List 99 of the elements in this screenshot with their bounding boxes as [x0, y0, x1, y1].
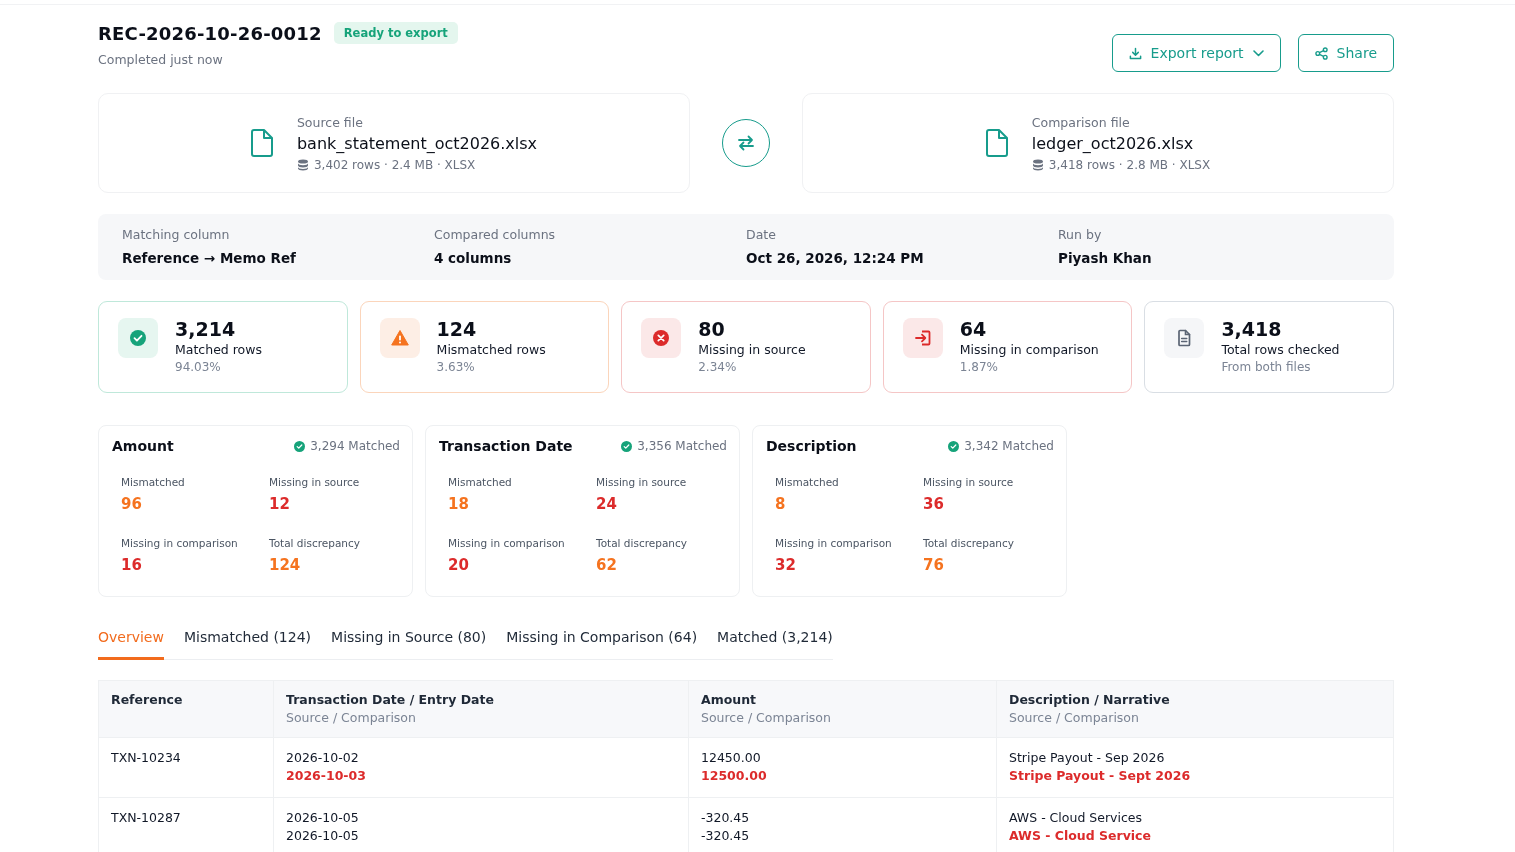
comparison-value: 2026-10-05 — [286, 827, 360, 845]
metric-label: Total discrepancy — [596, 537, 688, 549]
stat-label: Missing in comparison — [959, 342, 1099, 357]
chevron-down-icon — [1252, 49, 1264, 57]
stat-value: 64 — [959, 318, 988, 340]
metric-value: 96 — [121, 495, 143, 513]
reference-text: TXN-10234 — [111, 749, 182, 767]
column-header: Description / Narrative — [1009, 692, 1171, 707]
tab[interactable]: Missing in Source (80) — [331, 629, 487, 660]
arrow-into-box-icon — [902, 318, 943, 358]
detail-label: Matching column — [122, 227, 231, 242]
stat-value: 124 — [436, 318, 478, 340]
metric-value: 20 — [448, 556, 470, 574]
download-icon — [1128, 46, 1142, 60]
metric-label: Missing in source — [269, 476, 361, 488]
column-header: Reference — [111, 692, 184, 707]
metric-value: 32 — [775, 556, 797, 574]
metric-value: 62 — [596, 556, 618, 574]
source-value: Stripe Payout - Sep 2026 — [1009, 749, 1166, 767]
stat-note: 94.03% — [175, 360, 222, 374]
metric-value: 76 — [923, 556, 945, 574]
metric-value: 12 — [269, 495, 291, 513]
check-circle-icon — [948, 440, 960, 452]
column-name: Transaction Date — [439, 438, 573, 454]
column-subheader: Source / Comparison — [286, 710, 417, 725]
stat-value: 3,418 — [1221, 318, 1283, 340]
file-label: Source file — [296, 114, 364, 130]
comparison-value: 12500.00 — [701, 767, 768, 785]
tab[interactable]: Missing in Comparison (64) — [506, 629, 698, 660]
metric-label: Missing in comparison — [775, 537, 893, 549]
metric-label: Mismatched — [775, 476, 840, 488]
source-value: AWS - Cloud Services — [1009, 809, 1143, 827]
metric-label: Total discrepancy — [269, 537, 361, 549]
database-icon — [296, 158, 309, 171]
column-header: Transaction Date / Entry Date — [286, 692, 495, 707]
file-name: bank_statement_oct2026.xlsx — [296, 133, 538, 153]
share-icon — [1314, 46, 1328, 60]
column-name: Description — [766, 438, 857, 454]
comparison-value: AWS - Cloud Service — [1009, 827, 1152, 845]
column-header: Amount — [701, 692, 758, 707]
metric-label: Mismatched — [121, 476, 186, 488]
detail-label: Run by — [1058, 227, 1103, 242]
stat-value: 80 — [698, 318, 726, 340]
source-value: -320.45 — [701, 809, 751, 827]
file-name: ledger_oct2026.xlsx — [1031, 133, 1195, 153]
detail-value: Piyash Khan — [1058, 250, 1153, 266]
metric-label: Missing in source — [923, 476, 1015, 488]
column-name: Amount — [112, 438, 174, 454]
status-badge: Ready to export — [333, 22, 458, 44]
stat-note: 3.63% — [436, 360, 476, 374]
file-meta: 3,418 rows · 2.8 MB · XLSX — [1048, 157, 1211, 172]
metric-label: Missing in source — [596, 476, 688, 488]
comparison-value: 2026-10-03 — [286, 767, 367, 785]
metric-label: Missing in comparison — [448, 537, 566, 549]
report-title: REC-2026-10-26-0012 — [98, 22, 322, 44]
detail-value: Reference → Memo Ref — [122, 250, 297, 266]
matched-count: 3,356 Matched — [637, 439, 727, 453]
reference-text: TXN-10287 — [111, 809, 182, 827]
metric-label: Missing in comparison — [121, 537, 239, 549]
column-subheader: Source / Comparison — [1009, 710, 1140, 725]
tab[interactable]: Mismatched (124) — [183, 629, 312, 660]
comparison-value: -320.45 — [701, 827, 751, 845]
matched-count: 3,294 Matched — [310, 439, 400, 453]
metric-value: 124 — [269, 556, 302, 574]
stat-note: 1.87% — [959, 360, 999, 374]
detail-value: Oct 26, 2026, 12:24 PM — [746, 250, 925, 266]
metric-label: Total discrepancy — [923, 537, 1015, 549]
file-meta: 3,402 rows · 2.4 MB · XLSX — [313, 157, 476, 172]
database-icon — [1031, 158, 1044, 171]
source-value: 12450.00 — [701, 749, 762, 767]
stat-value: 3,214 — [175, 318, 237, 340]
stat-label: Total rows checked — [1221, 342, 1340, 357]
source-value: 2026-10-05 — [286, 809, 360, 827]
detail-label: Date — [746, 227, 777, 242]
metric-value: 36 — [923, 495, 945, 513]
stat-note: From both files — [1221, 360, 1312, 374]
matched-count: 3,342 Matched — [964, 439, 1054, 453]
comparison-value: Stripe Payout - Sept 2026 — [1009, 767, 1192, 785]
document-icon — [1164, 318, 1205, 358]
source-value: 2026-10-02 — [286, 749, 360, 767]
tab[interactable]: Matched (3,214) — [717, 629, 833, 660]
file-icon — [250, 129, 273, 157]
file-label: Comparison file — [1031, 114, 1131, 130]
report-subtitle: Completed just now — [98, 52, 224, 67]
detail-value: 4 columns — [434, 250, 513, 266]
column-subheader: Source / Comparison — [701, 710, 832, 725]
check-circle-icon — [294, 440, 306, 452]
stat-label: Mismatched rows — [436, 342, 546, 357]
metric-value: 8 — [775, 495, 787, 513]
metric-value: 18 — [448, 495, 470, 513]
metric-value: 24 — [596, 495, 618, 513]
metric-value: 16 — [121, 556, 143, 574]
file-icon — [985, 129, 1008, 157]
stat-label: Missing in source — [698, 342, 806, 357]
check-circle-icon — [621, 440, 633, 452]
metric-label: Mismatched — [448, 476, 513, 488]
stat-note: 2.34% — [698, 360, 738, 374]
detail-label: Compared columns — [434, 227, 557, 242]
stat-label: Matched rows — [175, 342, 262, 357]
